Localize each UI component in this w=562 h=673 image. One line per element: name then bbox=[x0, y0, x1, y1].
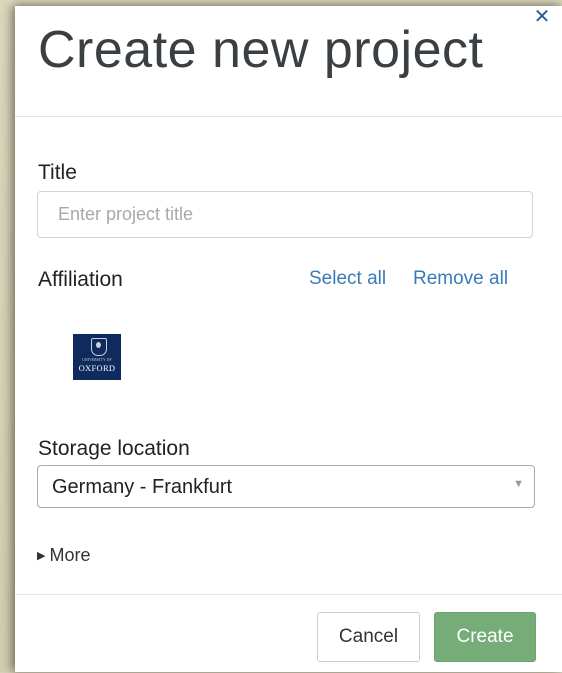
logo-small-text: UNIVERSITY OF bbox=[82, 358, 112, 362]
dialog-footer: Cancel Create bbox=[15, 594, 562, 673]
logo-main-text: OXFORD bbox=[78, 363, 116, 373]
dialog-title: Create new project bbox=[38, 21, 484, 79]
title-label: Title bbox=[38, 161, 77, 184]
affiliation-label: Affiliation bbox=[38, 268, 123, 291]
create-button[interactable]: Create bbox=[434, 612, 536, 662]
create-project-dialog: Create new project ✕ Title Affiliation S… bbox=[15, 6, 562, 672]
more-toggle[interactable]: ▶ More bbox=[37, 545, 90, 566]
cancel-button[interactable]: Cancel bbox=[317, 612, 420, 662]
more-label: More bbox=[49, 545, 91, 565]
project-title-input[interactable] bbox=[37, 191, 533, 238]
storage-location-select[interactable]: Germany - Frankfurt ▼ bbox=[37, 465, 535, 508]
chevron-down-icon: ▼ bbox=[513, 478, 524, 490]
storage-location-value: Germany - Frankfurt bbox=[52, 476, 233, 498]
close-icon[interactable]: ✕ bbox=[532, 6, 552, 28]
storage-location-label: Storage location bbox=[38, 437, 190, 460]
crest-icon bbox=[91, 338, 107, 356]
remove-all-link[interactable]: Remove all bbox=[413, 268, 508, 290]
dialog-header: Create new project ✕ bbox=[15, 6, 562, 117]
caret-right-icon: ▶ bbox=[37, 550, 46, 562]
university-of-oxford-logo[interactable]: UNIVERSITY OF OXFORD bbox=[73, 334, 121, 380]
select-all-link[interactable]: Select all bbox=[309, 268, 386, 290]
